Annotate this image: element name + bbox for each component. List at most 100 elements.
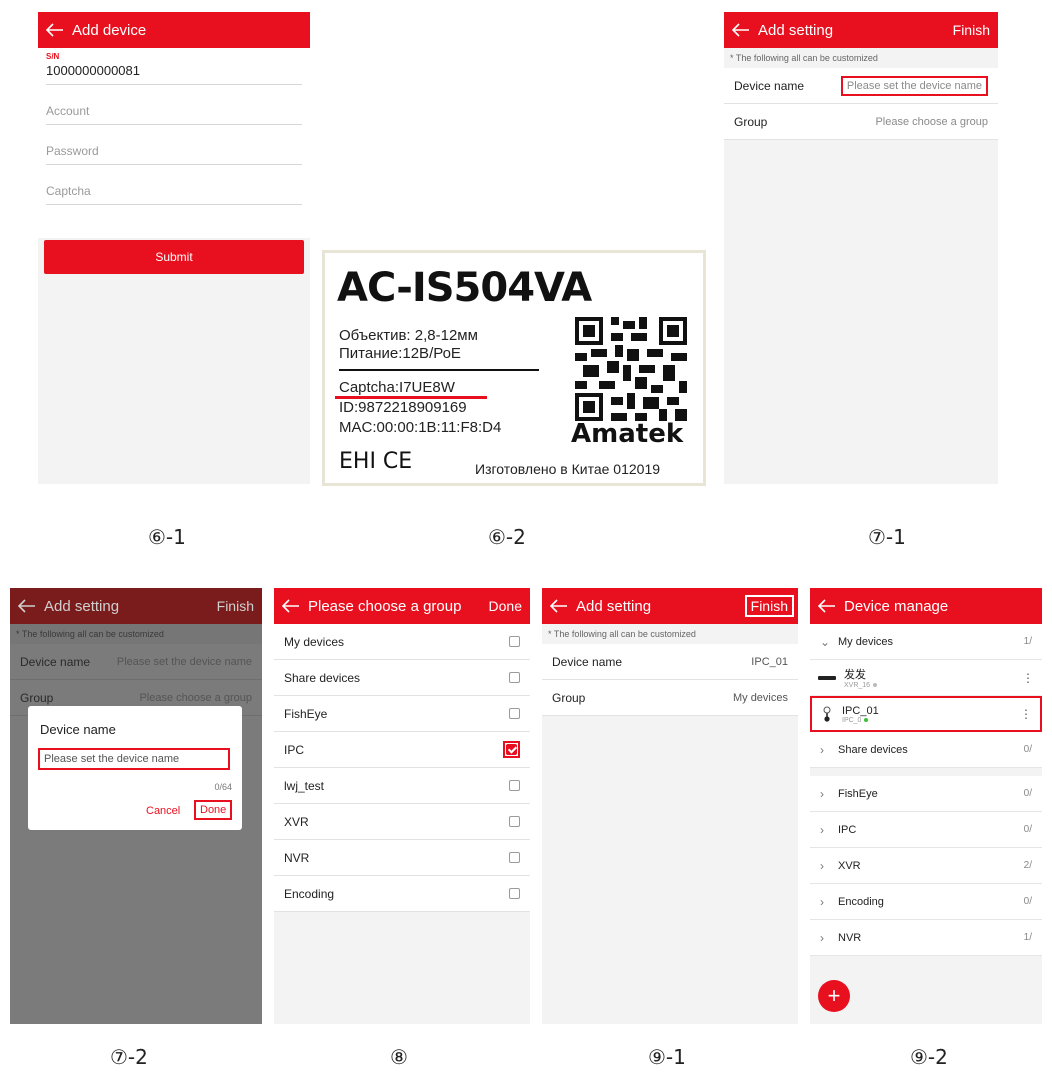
status-dot [873, 683, 878, 688]
finish-button-wrap: Finish [743, 594, 798, 618]
app-bar: Please choose a group Done [274, 588, 530, 624]
group-nvr[interactable]: › NVR 1/ [810, 920, 1042, 956]
group-option[interactable]: XVR [274, 804, 530, 840]
add-device-fab[interactable]: + [818, 980, 850, 1012]
more-icon[interactable]: ⋮ [1022, 671, 1034, 685]
finish-button[interactable]: Finish [743, 594, 796, 618]
group-option-label: Encoding [284, 886, 335, 901]
device-item-highlighted[interactable]: IPC_01 IPC_0 ⋮ [810, 696, 1042, 732]
group-count: 1/ [1023, 932, 1032, 943]
brand-logo: Amatek [571, 419, 684, 449]
page-title: Add setting [758, 21, 834, 39]
group-option[interactable]: lwj_test [274, 768, 530, 804]
checkbox[interactable] [509, 888, 520, 899]
page-title: Add setting [44, 597, 120, 615]
more-icon[interactable]: ⋮ [1020, 707, 1032, 721]
group-option-label: NVR [284, 850, 310, 865]
char-counter: 0/64 [214, 782, 232, 792]
lens-text: Объектив: 2,8-12мм [339, 327, 478, 344]
chevron-right-icon: › [820, 822, 824, 837]
device-name-placeholder: Please set the device name [116, 655, 252, 668]
group-option[interactable]: My devices [274, 624, 530, 660]
captcha-field[interactable]: Captcha [46, 165, 302, 205]
group-label: Group [734, 114, 768, 129]
submit-button[interactable]: Submit [44, 240, 304, 274]
chevron-right-icon: › [820, 742, 824, 757]
device-sub: XVR_16 [844, 682, 871, 689]
dialog-name-input[interactable]: Please set the device name [38, 748, 230, 770]
chevron-right-icon: › [820, 786, 824, 801]
group-encoding[interactable]: › Encoding 0/ [810, 884, 1042, 920]
group-option[interactable]: NVR [274, 840, 530, 876]
checkbox-checked[interactable] [506, 744, 517, 755]
back-arrow-icon[interactable] [274, 588, 308, 624]
back-arrow-icon[interactable] [724, 12, 758, 48]
finish-button[interactable]: Finish [217, 598, 262, 614]
caption-7-1: ⑦-1 [868, 525, 906, 549]
group-option[interactable]: Encoding [274, 876, 530, 912]
checkbox-highlight [503, 741, 520, 758]
group-row[interactable]: Group My devices [542, 680, 798, 716]
group-label: Share devices [838, 743, 908, 756]
group-share-devices[interactable]: › Share devices 0/ [810, 732, 1042, 768]
group-label: My devices [838, 635, 894, 648]
group-value: Please choose a group [875, 115, 988, 128]
group-option-label: lwj_test [284, 778, 325, 793]
device-name-row[interactable]: Device name IPC_01 [542, 644, 798, 680]
finish-button[interactable]: Finish [953, 22, 998, 38]
group-fisheye[interactable]: › FishEye 0/ [810, 776, 1042, 812]
group-label: Group [20, 690, 54, 705]
caption-7-2: ⑦-2 [110, 1045, 148, 1069]
camera-icon [820, 706, 834, 722]
checkbox[interactable] [509, 780, 520, 791]
page-title: Add device [72, 21, 147, 39]
chevron-right-icon: › [820, 858, 824, 873]
panel-add-setting-filled: Add setting Finish * The following all c… [542, 588, 798, 1024]
group-option[interactable]: Share devices [274, 660, 530, 696]
group-my-devices[interactable]: ⌄ My devices 1/ [810, 624, 1042, 660]
back-arrow-icon[interactable] [542, 588, 576, 624]
device-name-label: Device name [552, 654, 623, 669]
group-label: NVR [838, 931, 862, 944]
device-sub: IPC_0 [842, 716, 862, 724]
separator-line [339, 369, 539, 371]
password-field[interactable]: Password [46, 125, 302, 165]
group-label: XVR [838, 859, 861, 872]
checkbox[interactable] [509, 672, 520, 683]
group-row[interactable]: Group Please choose a group [724, 104, 998, 140]
back-arrow-icon[interactable] [810, 588, 844, 624]
cancel-button[interactable]: Cancel [146, 805, 180, 817]
device-label-photo: AC-IS504VA Объектив: 2,8-12мм Питание:12… [322, 250, 706, 486]
device-item[interactable]: 发发 XVR_16 ⋮ [810, 660, 1042, 696]
device-name-row[interactable]: Device name Please set the device name [10, 644, 262, 680]
back-arrow-icon[interactable] [10, 588, 44, 624]
group-xvr[interactable]: › XVR 2/ [810, 848, 1042, 884]
account-field[interactable]: Account [46, 85, 302, 125]
group-option[interactable]: FishEye [274, 696, 530, 732]
group-option-label: My devices [284, 634, 345, 649]
sn-field[interactable]: 1000000000081 [46, 61, 302, 85]
page-title: Add setting [576, 597, 652, 615]
qr-code-icon [575, 317, 687, 421]
group-label: IPC [838, 823, 857, 836]
back-arrow-icon[interactable] [38, 12, 72, 48]
device-name-row[interactable]: Device name Please set the device name [724, 68, 998, 104]
device-name-dialog: Device name Please set the device name 0… [28, 706, 242, 830]
group-option-label: XVR [284, 814, 309, 829]
group-option[interactable]: IPC [274, 732, 530, 768]
group-option-label: Share devices [284, 670, 361, 685]
device-name-input[interactable]: Please set the device name [840, 75, 988, 96]
sn-label: S/N [46, 52, 60, 61]
done-button[interactable]: Done [194, 800, 233, 820]
checkbox[interactable] [509, 636, 520, 647]
done-button[interactable]: Done [489, 598, 530, 614]
chevron-down-icon: ⌄ [820, 634, 831, 649]
checkbox[interactable] [509, 852, 520, 863]
group-ipc[interactable]: › IPC 0/ [810, 812, 1042, 848]
checkbox[interactable] [509, 708, 520, 719]
panel-device-name-dialog: Add setting Finish * The following all c… [10, 588, 262, 1024]
checkbox[interactable] [509, 816, 520, 827]
app-bar: Add setting Finish [10, 588, 262, 624]
panel-device-manage: Device manage ⌄ My devices 1/ 发发 XVR_16 … [810, 588, 1042, 1024]
mac-text: MAC:00:00:1B:11:F8:D4 [339, 419, 502, 436]
